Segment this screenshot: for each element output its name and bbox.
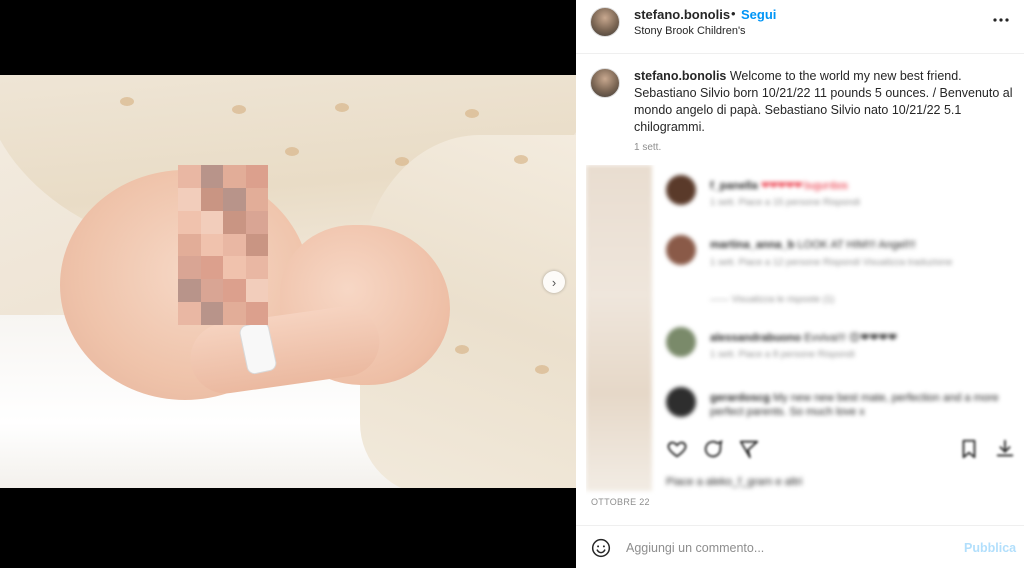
comment-line: martina_anna_b LOOK AT HIM!!! Angel!!! (710, 239, 916, 251)
blanket-pattern (232, 105, 246, 114)
author-avatar[interactable] (590, 7, 620, 37)
pixel-cell (223, 302, 246, 325)
view-replies-link[interactable]: —— Visualizza le risposte (1) (710, 294, 834, 305)
pixel-cell (178, 233, 201, 257)
blanket-pattern (514, 155, 528, 164)
blanket-pattern (465, 109, 479, 118)
post-actions (576, 428, 1024, 468)
comment-composer: Pubblica (576, 525, 1024, 568)
comment-user[interactable]: martina_anna_b (710, 239, 794, 251)
post-media: › (0, 0, 576, 568)
post-date: OTTOBRE 22 (591, 497, 650, 507)
comment-avatar[interactable] (666, 175, 696, 205)
pixel-cell (245, 256, 268, 280)
pixel-cell (223, 165, 246, 188)
pixel-cell (178, 165, 201, 188)
comment-line: gerardoscg My new new best mate, perfect… (710, 391, 1020, 419)
pixel-cell (178, 256, 201, 280)
bookmark-icon[interactable] (958, 438, 980, 460)
pixel-cell (178, 210, 201, 234)
pixel-cell (200, 165, 223, 188)
pixel-cell (178, 187, 201, 211)
download-icon[interactable] (994, 438, 1016, 460)
pixel-cell (245, 165, 268, 188)
pixel-cell (178, 279, 201, 303)
pixel-cell (178, 302, 201, 325)
post-side-panel: stefano.bonolis • Segui Stony Brook Chil… (576, 0, 1024, 568)
face-pixelation (178, 165, 268, 325)
comment-line: f_panella ❤❤❤❤❤ bugumbos (710, 179, 849, 192)
share-icon[interactable] (738, 438, 760, 460)
post-location[interactable]: Stony Brook Children's (634, 25, 746, 37)
blanket-pattern (335, 103, 349, 112)
blanket-pattern (285, 147, 299, 156)
more-options-button[interactable] (992, 10, 1010, 28)
blanket-pattern (455, 345, 469, 354)
comment-text: ❤❤❤❤❤ bugumbos (760, 180, 849, 192)
post-photo (0, 75, 576, 488)
next-media-button[interactable]: › (543, 271, 565, 293)
pixel-cell (245, 302, 268, 325)
comment-input[interactable] (626, 535, 946, 561)
caption-author[interactable]: stefano.bonolis (634, 69, 726, 83)
comment-icon[interactable] (702, 438, 724, 460)
blanket-pattern (120, 97, 134, 106)
pixel-cell (245, 233, 268, 257)
more-horizontal-icon (993, 18, 1009, 22)
comment-user[interactable]: alessandrabuono (710, 332, 801, 344)
likes-summary[interactable]: Piace a aleko_f_gram e altri (666, 476, 802, 488)
pixel-cell (200, 256, 223, 280)
pixel-cell (200, 210, 223, 234)
comment-text: LOOK AT HIM!!! Angel!!! (797, 239, 916, 251)
comment-meta: 1 sett. Piace a 12 persone Rispondi Visu… (710, 257, 953, 268)
follow-button[interactable]: Segui (741, 7, 776, 22)
blanket-pattern (395, 157, 409, 166)
pixel-cell (200, 279, 223, 303)
comment-avatar[interactable] (666, 327, 696, 357)
pixel-cell (200, 187, 223, 211)
comment-user[interactable]: gerardoscg (710, 392, 770, 404)
caption-text: stefano.bonolis Welcome to the world my … (634, 68, 1014, 136)
comment-line: alessandrabuono Evviva!!! 😍❤❤❤❤ (710, 331, 897, 344)
comment-text: Evviva!!! 😍❤❤❤❤ (804, 332, 898, 344)
blanket-pattern (535, 365, 549, 374)
pixel-cell (245, 187, 268, 211)
pixel-cell (223, 279, 246, 303)
pixel-cell (245, 210, 268, 234)
heart-icon[interactable] (666, 438, 688, 460)
comment-user[interactable]: f_panella (710, 180, 758, 192)
caption-author-avatar[interactable] (590, 68, 620, 98)
post-header: stefano.bonolis • Segui Stony Brook Chil… (576, 0, 1024, 54)
pixel-cell (223, 233, 246, 257)
chevron-right-icon: › (551, 274, 557, 290)
pixel-cell (200, 302, 223, 325)
pixel-cell (245, 279, 268, 303)
caption-timestamp[interactable]: 1 sett. (634, 142, 661, 153)
pixel-cell (223, 187, 246, 211)
emoji-smile-icon[interactable] (591, 538, 611, 558)
comment-avatar[interactable] (666, 387, 696, 417)
header-separator: • (731, 6, 736, 21)
comment-meta: 1 sett. Piace a 15 persone Rispondi (710, 197, 860, 208)
pixel-cell (223, 210, 246, 234)
pixel-cell (223, 256, 246, 280)
comment-meta: 1 sett. Piace a 8 persone Rispondi (710, 349, 855, 360)
author-username[interactable]: stefano.bonolis (634, 7, 730, 22)
comment-avatar[interactable] (666, 235, 696, 265)
pixel-cell (200, 233, 223, 257)
publish-button[interactable]: Pubblica (964, 541, 1016, 555)
